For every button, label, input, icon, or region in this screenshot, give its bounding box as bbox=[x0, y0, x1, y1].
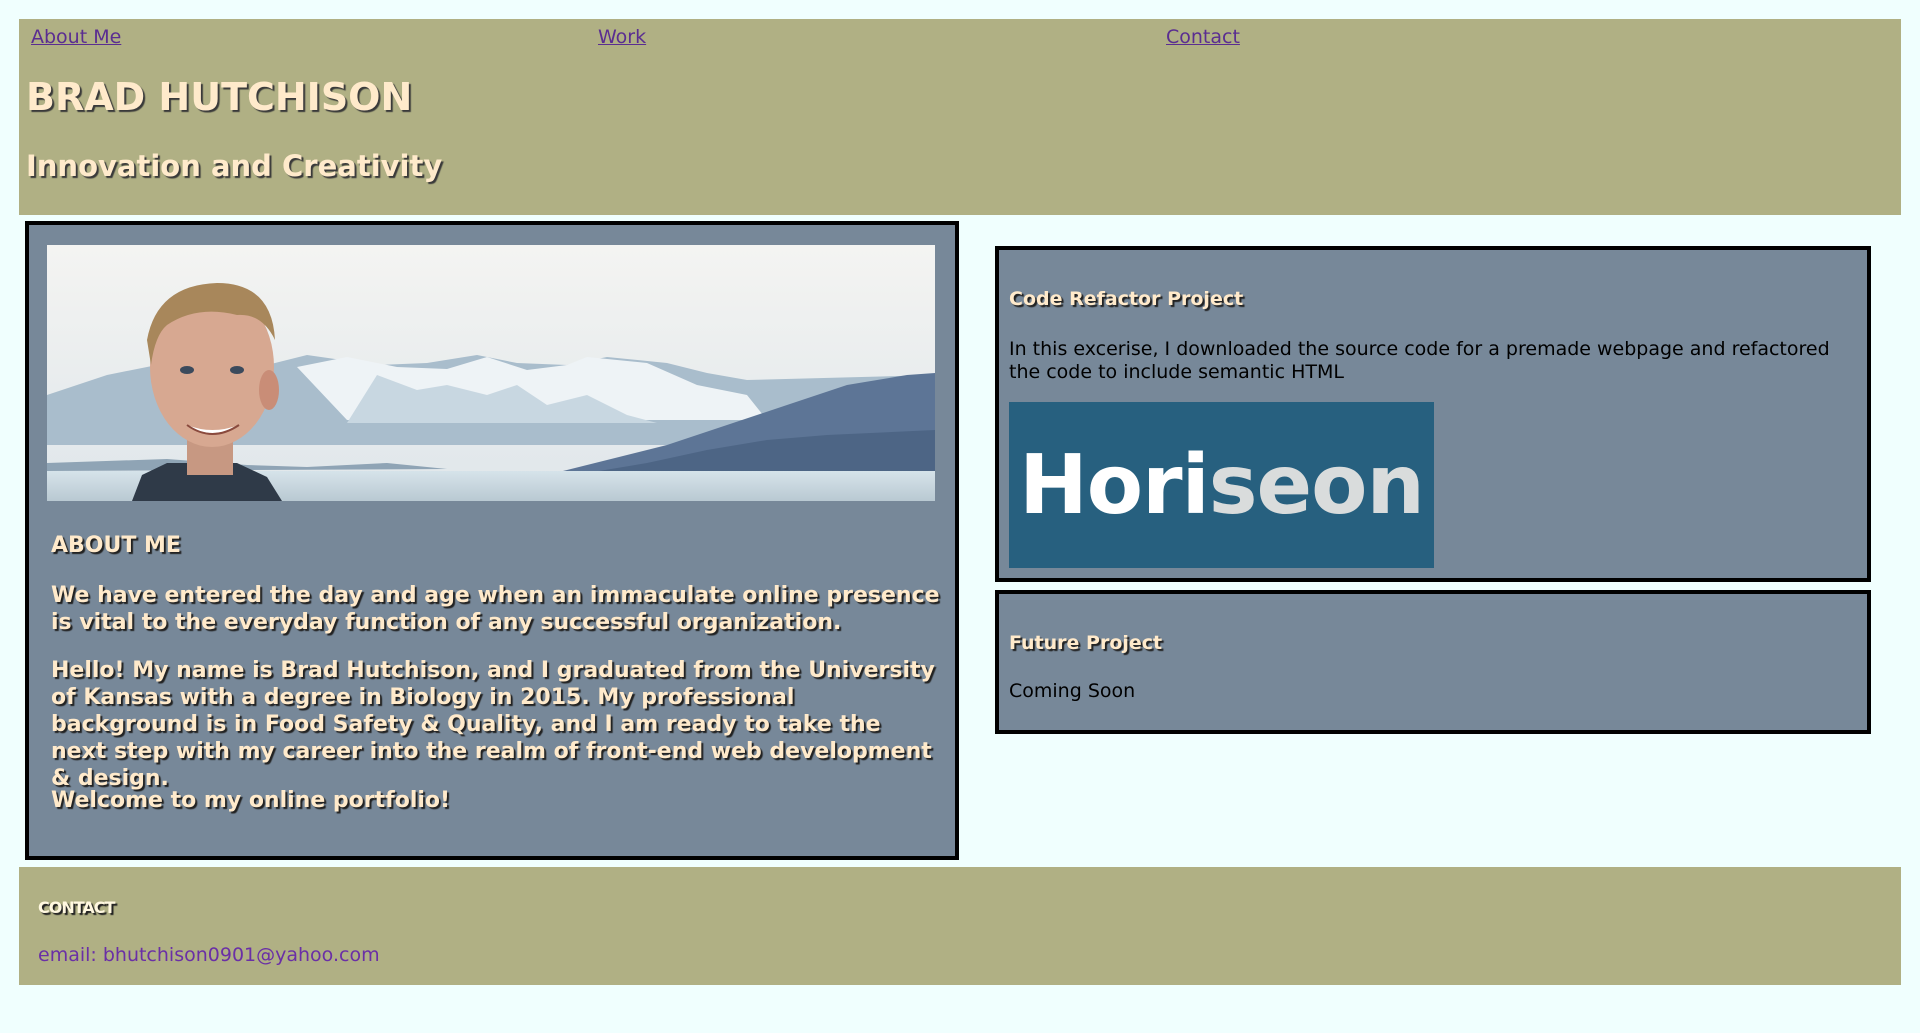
project-card-code-refactor: Code Refactor Project In this excerise, … bbox=[995, 246, 1871, 582]
site-title: BRAD HUTCHISON bbox=[26, 75, 413, 119]
contact-heading: CONTACT bbox=[38, 898, 115, 917]
site-header: About Me Work Contact BRAD HUTCHISON Inn… bbox=[19, 19, 1901, 215]
logo-text-part1: Hori bbox=[1019, 437, 1210, 533]
about-me-panel: ABOUT ME We have entered the day and age… bbox=[25, 221, 959, 860]
project-description: Coming Soon bbox=[1009, 680, 1136, 702]
project-card-future: Future Project Coming Soon bbox=[995, 590, 1871, 734]
project-title: Future Project bbox=[1009, 632, 1163, 654]
project-title: Code Refactor Project bbox=[1009, 288, 1244, 310]
nav-link-work[interactable]: Work bbox=[598, 26, 646, 48]
logo-text-part2: seon bbox=[1208, 437, 1425, 533]
site-tagline: Innovation and Creativity bbox=[26, 149, 443, 183]
about-paragraph-welcome: Welcome to my online portfolio! bbox=[51, 788, 451, 813]
horiseon-logo-image[interactable]: Hori seon bbox=[1009, 402, 1434, 568]
profile-banner-image bbox=[47, 245, 935, 501]
page: About Me Work Contact BRAD HUTCHISON Inn… bbox=[0, 0, 1920, 1033]
about-paragraph-background: Hello! My name is Brad Hutchison, and I … bbox=[51, 658, 935, 791]
project-description: In this excerise, I downloaded the sourc… bbox=[1009, 338, 1830, 383]
about-me-heading: ABOUT ME bbox=[51, 533, 181, 558]
site-footer: CONTACT email: bhutchison0901@yahoo.com bbox=[19, 867, 1901, 985]
email-link[interactable]: email: bhutchison0901@yahoo.com bbox=[38, 944, 380, 966]
nav-link-about-me[interactable]: About Me bbox=[31, 26, 121, 48]
nav-link-contact[interactable]: Contact bbox=[1166, 26, 1240, 48]
about-paragraph-intro: We have entered the day and age when an … bbox=[51, 583, 940, 635]
